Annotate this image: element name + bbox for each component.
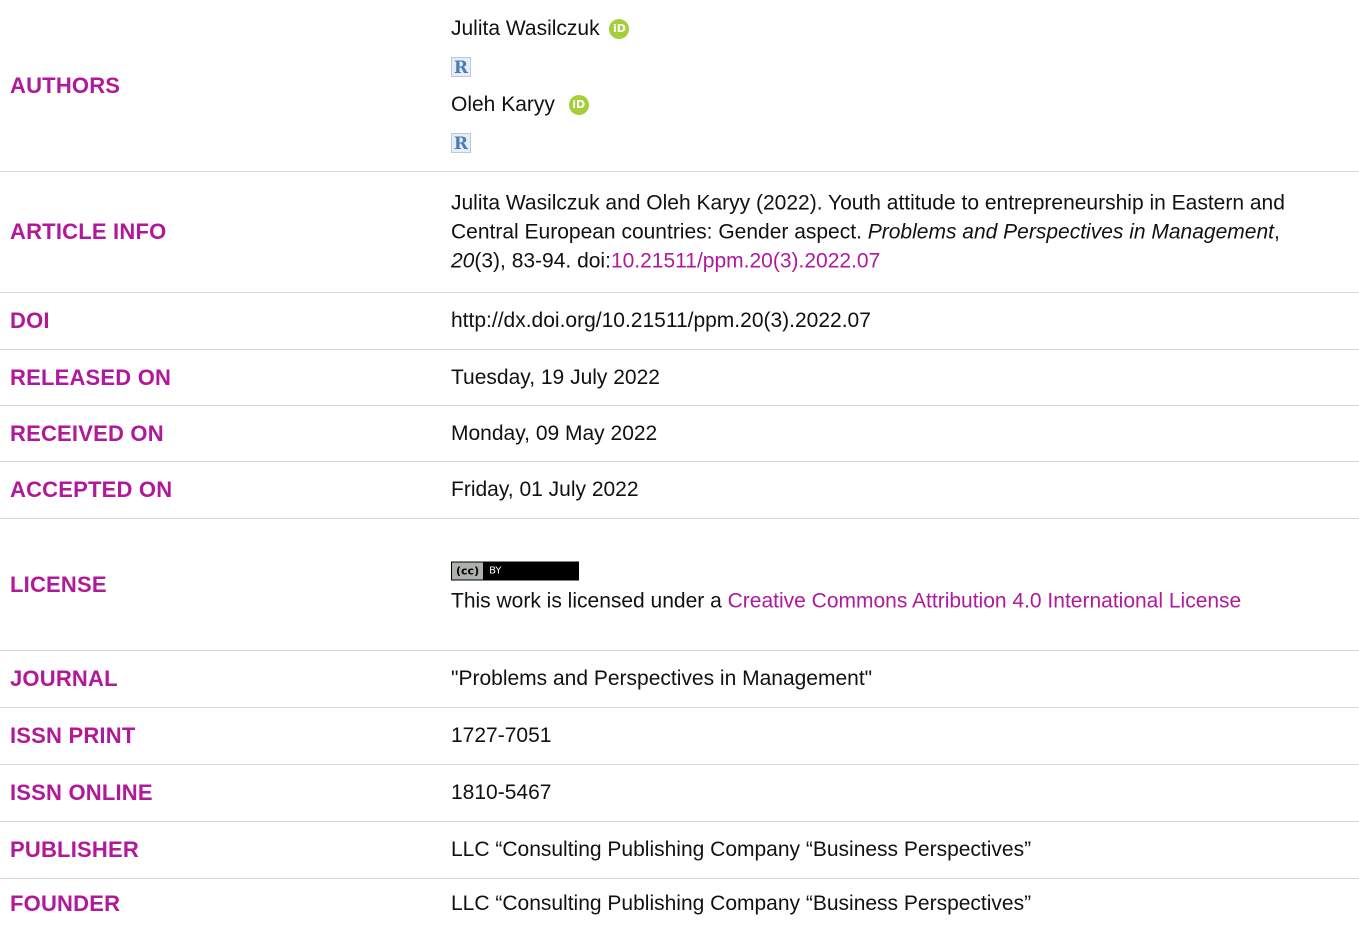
researchgate-icon[interactable]: R — [451, 132, 471, 154]
publisher-value: LLC “Consulting Publishing Company “Busi… — [451, 838, 1032, 861]
author-name[interactable]: Julita Wasilczuk — [451, 17, 600, 40]
released-on-value: Tuesday, 19 July 2022 — [451, 365, 660, 389]
cc-by-badge-icon[interactable]: (cc) BY — [451, 561, 579, 580]
label-authors: AUTHORS — [10, 72, 121, 98]
row-authors: AUTHORS Julita Wasilczuk iD R Oleh Karyy… — [0, 0, 1359, 172]
cc-badge-by: BY — [489, 565, 502, 576]
researchgate-icon[interactable]: R — [451, 56, 471, 78]
row-license: LICENSE (cc) BY This work is licensed un… — [0, 519, 1359, 651]
author-entry: Oleh Karyy iD — [451, 86, 1339, 124]
issn-print-value: 1727-7051 — [451, 724, 552, 747]
label-issn-online: ISSN ONLINE — [10, 780, 153, 805]
cc-badge-cc: (cc) — [452, 562, 484, 579]
founder-value: LLC “Consulting Publishing Company “Busi… — [451, 892, 1032, 915]
orcid-icon[interactable]: iD — [568, 94, 589, 115]
row-doi: DOI http://dx.doi.org/10.21511/ppm.20(3)… — [0, 293, 1359, 350]
label-journal: JOURNAL — [10, 666, 118, 691]
label-doi: DOI — [10, 308, 50, 333]
row-released-on: RELEASED ON Tuesday, 19 July 2022 — [0, 350, 1359, 406]
orcid-icon[interactable]: iD — [609, 18, 630, 39]
doi-value[interactable]: http://dx.doi.org/10.21511/ppm.20(3).202… — [451, 306, 1339, 336]
article-metadata-table: AUTHORS Julita Wasilczuk iD R Oleh Karyy… — [0, 0, 1359, 929]
author-entry: Julita Wasilczuk iD — [451, 10, 1339, 48]
author-profile-links: R — [451, 48, 1339, 86]
license-text: This work is licensed under a Creative C… — [451, 586, 1339, 616]
label-released-on: RELEASED ON — [10, 364, 172, 390]
row-accepted-on: ACCEPTED ON Friday, 01 July 2022 — [0, 462, 1359, 519]
label-received-on: RECEIVED ON — [10, 420, 164, 446]
label-license: LICENSE — [10, 571, 107, 597]
citation-issue-pages: (3), 83-94. doi: — [474, 249, 611, 273]
author-name[interactable]: Oleh Karyy — [451, 93, 555, 116]
issn-online-value: 1810-5467 — [451, 781, 552, 804]
row-founder: FOUNDER LLC “Consulting Publishing Compa… — [0, 879, 1359, 929]
citation-volume: 20 — [451, 249, 475, 273]
row-journal: JOURNAL "Problems and Perspectives in Ma… — [0, 651, 1359, 708]
row-received-on: RECEIVED ON Monday, 09 May 2022 — [0, 406, 1359, 462]
received-on-value: Monday, 09 May 2022 — [451, 421, 658, 445]
article-citation: Julita Wasilczuk and Oleh Karyy (2022). … — [451, 189, 1339, 276]
citation-journal: Problems and Perspectives in Management — [867, 220, 1274, 244]
row-article-info: ARTICLE INFO Julita Wasilczuk and Oleh K… — [0, 172, 1359, 293]
citation-doi-link[interactable]: 10.21511/ppm.20(3).2022.07 — [611, 250, 880, 273]
label-issn-print: ISSN PRINT — [10, 723, 136, 748]
row-publisher: PUBLISHER LLC “Consulting Publishing Com… — [0, 822, 1359, 879]
license-value: (cc) BY This work is licensed under a Cr… — [451, 553, 1339, 616]
label-publisher: PUBLISHER — [10, 837, 139, 862]
row-issn-online: ISSN ONLINE 1810-5467 — [0, 765, 1359, 822]
authors-list: Julita Wasilczuk iD R Oleh Karyy iD R — [451, 10, 1339, 162]
row-issn-print: ISSN PRINT 1727-7051 — [0, 708, 1359, 765]
label-founder: FOUNDER — [10, 891, 121, 916]
label-article-info: ARTICLE INFO — [10, 219, 167, 244]
author-profile-links: R — [451, 124, 1339, 162]
label-accepted-on: ACCEPTED ON — [10, 477, 173, 502]
license-text-prefix: This work is licensed under a — [451, 589, 728, 612]
license-link[interactable]: Creative Commons Attribution 4.0 Interna… — [728, 589, 1242, 612]
citation-separator: , — [1273, 220, 1280, 244]
journal-value: "Problems and Perspectives in Management… — [451, 667, 873, 690]
accepted-on-value: Friday, 01 July 2022 — [451, 478, 639, 501]
